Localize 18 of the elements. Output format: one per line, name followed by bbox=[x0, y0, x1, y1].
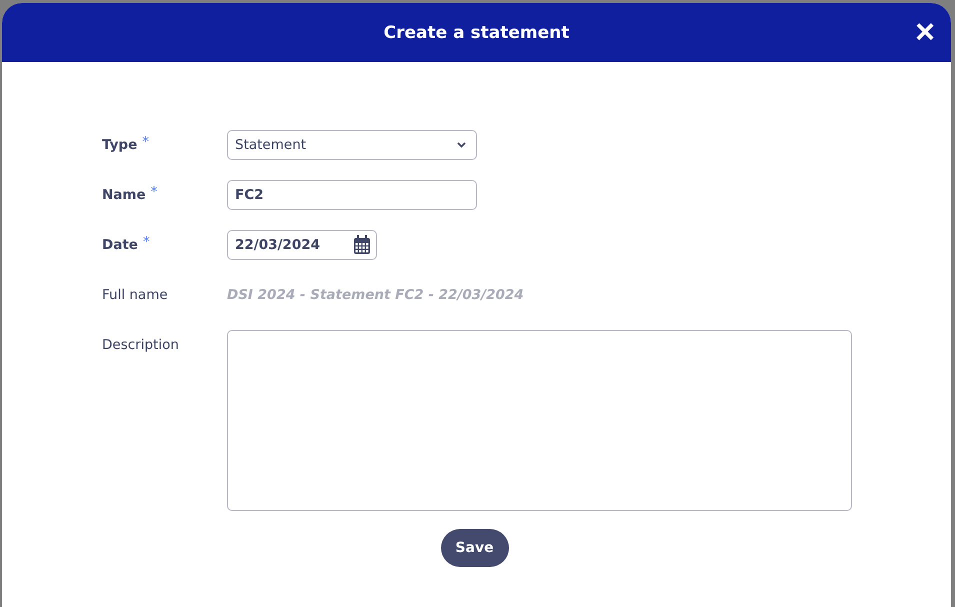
description-field[interactable] bbox=[227, 330, 852, 511]
close-button[interactable]: × bbox=[915, 17, 935, 47]
field-label: Date * bbox=[102, 233, 151, 255]
name-field[interactable]: FC2 bbox=[227, 180, 477, 210]
chevron-down-icon bbox=[457, 142, 466, 148]
field-label: Type * bbox=[102, 133, 150, 155]
required-mark: * bbox=[142, 234, 150, 250]
type-select[interactable]: Statement bbox=[227, 130, 477, 160]
full-name-value: DSI 2024 - Statement FC2 - 22/03/2024 bbox=[227, 286, 524, 305]
date-field[interactable]: 22/03/2024 bbox=[227, 230, 377, 260]
save-button[interactable]: Save bbox=[440, 529, 508, 567]
field-label: Full name bbox=[102, 286, 169, 305]
dialog-title: Create a statement bbox=[384, 22, 570, 42]
calendar-icon[interactable] bbox=[353, 235, 371, 255]
field-label: Name * bbox=[102, 183, 158, 205]
required-mark: * bbox=[150, 184, 158, 200]
required-mark: * bbox=[142, 134, 149, 150]
field-label: Description bbox=[102, 336, 180, 355]
